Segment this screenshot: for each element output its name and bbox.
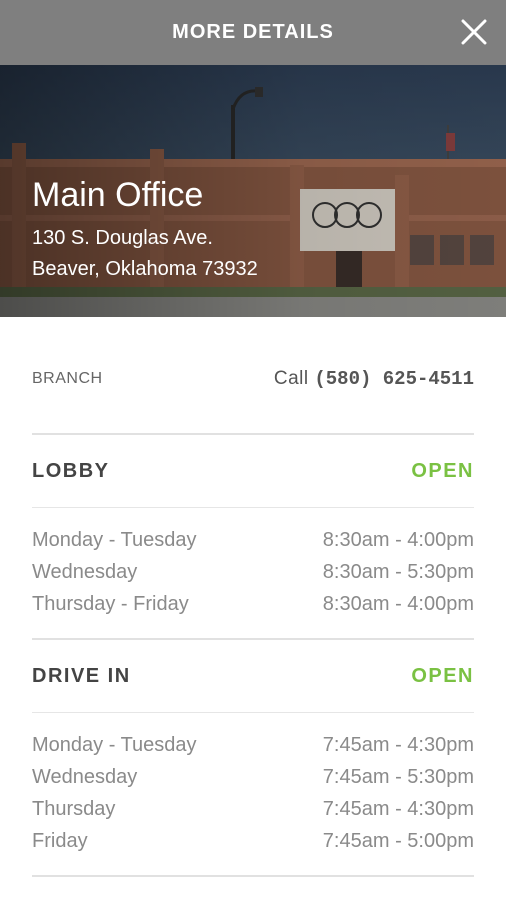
hours-days: Wednesday (32, 766, 138, 788)
hours-time: 7:45am - 4:30pm (322, 798, 474, 820)
hours-days: Friday (32, 830, 88, 852)
details-content: BRANCH Call (580) 625-4511 LOBBY OPEN Mo… (0, 317, 506, 877)
call-link[interactable]: Call (580) 625-4511 (274, 368, 474, 390)
hours-row: Thursday 7:45am - 4:30pm (32, 793, 474, 825)
close-button[interactable] (460, 18, 488, 46)
branch-info: Main Office 130 S. Douglas Ave. Beaver, … (32, 175, 258, 285)
drive-in-status-badge: OPEN (411, 664, 474, 687)
hours-row: Monday - Tuesday 7:45am - 4:30pm (32, 729, 474, 761)
drive-in-hours-list: Monday - Tuesday 7:45am - 4:30pm Wednesd… (32, 713, 474, 877)
page-title: MORE DETAILS (172, 21, 334, 43)
lobby-section: LOBBY OPEN Monday - Tuesday 8:30am - 4:0… (32, 435, 474, 640)
hours-row: Thursday - Friday 8:30am - 4:00pm (32, 588, 474, 620)
address-line-1: 130 S. Douglas Ave. (32, 227, 213, 249)
hours-time: 8:30am - 4:00pm (322, 529, 474, 551)
lobby-header: LOBBY OPEN (32, 435, 474, 508)
hours-time: 7:45am - 5:00pm (322, 830, 474, 852)
close-icon (461, 19, 487, 45)
hours-row: Friday 7:45am - 5:00pm (32, 825, 474, 857)
hours-time: 7:45am - 4:30pm (322, 734, 474, 756)
hours-days: Monday - Tuesday (32, 734, 197, 756)
lobby-title: LOBBY (32, 459, 110, 482)
hours-time: 7:45am - 5:30pm (322, 766, 474, 788)
hours-time: 8:30am - 5:30pm (322, 561, 474, 583)
hours-days: Thursday (32, 798, 116, 820)
hours-days: Thursday - Friday (32, 593, 189, 615)
hours-time: 8:30am - 4:00pm (322, 593, 474, 615)
hours-days: Monday - Tuesday (32, 529, 197, 551)
branch-label: BRANCH (32, 370, 103, 387)
hours-row: Monday - Tuesday 8:30am - 4:00pm (32, 524, 474, 556)
branch-name: Main Office (32, 176, 204, 214)
hours-days: Wednesday (32, 561, 138, 583)
header-bar: MORE DETAILS (0, 0, 506, 65)
address-line-2: Beaver, Oklahoma 73932 (32, 258, 258, 280)
branch-hero-image: Main Office 130 S. Douglas Ave. Beaver, … (0, 65, 506, 317)
drive-in-header: DRIVE IN OPEN (32, 640, 474, 713)
branch-row: BRANCH Call (580) 625-4511 (32, 317, 474, 435)
drive-in-section: DRIVE IN OPEN Monday - Tuesday 7:45am - … (32, 640, 474, 877)
call-prefix: Call (273, 368, 309, 389)
phone-number: (580) 625-4511 (314, 368, 474, 390)
drive-in-title: DRIVE IN (32, 664, 131, 687)
lobby-hours-list: Monday - Tuesday 8:30am - 4:00pm Wednesd… (32, 508, 474, 640)
hours-row: Wednesday 8:30am - 5:30pm (32, 556, 474, 588)
hours-row: Wednesday 7:45am - 5:30pm (32, 761, 474, 793)
lobby-status-badge: OPEN (411, 459, 474, 482)
